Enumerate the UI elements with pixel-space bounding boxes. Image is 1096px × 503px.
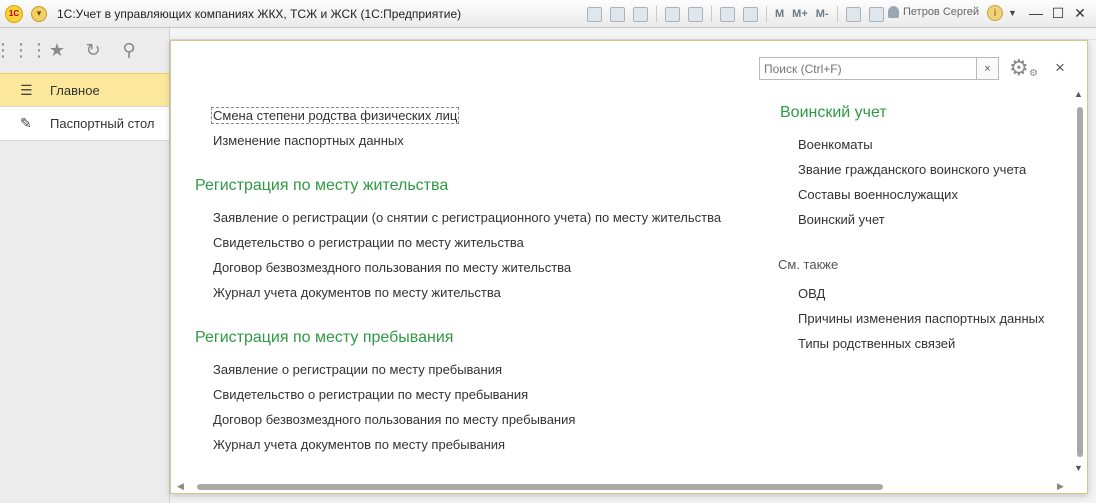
scroll-up-icon[interactable]: ▲ — [1074, 89, 1083, 99]
save-icon[interactable] — [587, 6, 602, 22]
toolbar-separator — [656, 6, 657, 22]
memory-button[interactable]: M — [775, 8, 784, 20]
print-icon[interactable] — [610, 6, 625, 22]
section-heading-military: Воинский учет — [780, 104, 887, 121]
memory-minus-button[interactable]: M- — [816, 8, 829, 20]
close-window-button[interactable]: ✕ — [1070, 3, 1090, 23]
window-title: 1С:Учет в управляющих компаниях ЖКХ, ТСЖ… — [57, 6, 462, 21]
see-also-heading: См. также — [778, 257, 839, 272]
link-military-registration[interactable]: Воинский учет — [798, 212, 885, 227]
horizontal-scrollbar[interactable]: ◀ ▶ — [177, 481, 1077, 491]
vertical-scroll-thumb[interactable] — [1077, 107, 1083, 457]
link-stay-certificate[interactable]: Свидетельство о регистрации по месту пре… — [213, 387, 528, 402]
current-user[interactable]: Петров Сергей — [888, 6, 979, 18]
section-heading-stay: Регистрация по месту пребывания — [195, 329, 454, 346]
preview-icon[interactable] — [633, 6, 648, 22]
table-icon[interactable] — [720, 6, 735, 22]
panel-icon[interactable] — [868, 6, 884, 22]
link-passport-change[interactable]: Изменение паспортных данных — [213, 133, 404, 148]
close-icon[interactable]: × — [1055, 58, 1065, 78]
sidebar-item-label: Паспортный стол — [50, 116, 155, 131]
title-bar: 1С ▾ 1С:Учет в управляющих компаниях ЖКХ… — [0, 0, 1096, 28]
toolbar-separator — [766, 6, 767, 22]
link-military-rank[interactable]: Звание гражданского воинского учета — [798, 162, 1026, 177]
gear-icon[interactable]: ⚙ — [1009, 55, 1029, 81]
search-input[interactable] — [759, 57, 977, 80]
link-kinship-change[interactable]: Смена степени родства физических лиц — [211, 107, 460, 124]
sections-panel: ⋮⋮⋮ ★ ↻ ⚲ ☰ Главное ✎ Паспортный стол — [0, 28, 170, 503]
scroll-down-icon[interactable]: ▼ — [1074, 463, 1083, 473]
scroll-right-icon[interactable]: ▶ — [1057, 481, 1064, 492]
sidebar-item-passport-office[interactable]: ✎ Паспортный стол — [0, 107, 169, 141]
maximize-button[interactable]: ☐ — [1048, 3, 1068, 23]
section-heading-residence: Регистрация по месту жительства — [195, 177, 449, 194]
link-residence-journal[interactable]: Журнал учета документов по месту жительс… — [213, 285, 501, 300]
chevron-down-icon[interactable]: ▼ — [1008, 8, 1017, 18]
link-stay-contract[interactable]: Договор безвозмездного пользования по ме… — [213, 412, 575, 427]
memory-plus-button[interactable]: M+ — [792, 8, 808, 20]
main-menu-button[interactable]: ▾ — [31, 5, 47, 22]
app-logo-icon: 1С — [5, 4, 23, 23]
toolbar-separator — [836, 6, 838, 22]
upload-icon[interactable] — [665, 6, 680, 22]
passport-icon: ✎ — [20, 115, 32, 131]
sidebar-item-label: Главное — [50, 82, 100, 98]
apps-icon[interactable]: ⋮⋮⋮ — [0, 40, 48, 62]
title-toolbar: M M+ M- — [587, 5, 892, 23]
vertical-scrollbar[interactable]: ▲ ▼ — [1074, 89, 1084, 479]
link-military-staff[interactable]: Составы военнослужащих — [798, 187, 958, 202]
user-icon — [888, 6, 899, 18]
star-icon[interactable]: ★ — [46, 40, 68, 62]
zoom-icon[interactable] — [845, 6, 861, 22]
menu-icon: ☰ — [20, 81, 33, 98]
search-icon[interactable]: ⚲ — [118, 40, 140, 62]
scroll-left-icon[interactable]: ◀ — [177, 481, 184, 492]
sidebar-item-main[interactable]: ☰ Главное — [0, 73, 169, 107]
link-police-departments[interactable]: ОВД — [798, 286, 825, 301]
open-windows-strip — [170, 28, 1096, 40]
calendar-icon[interactable] — [743, 6, 758, 22]
history-icon[interactable]: ↻ — [82, 40, 104, 62]
info-icon[interactable]: i — [987, 5, 1003, 21]
clear-search-button[interactable]: × — [976, 57, 999, 80]
section-functions-panel: × ⚙ ⚙ × Смена степени родства физических… — [170, 40, 1088, 494]
link-residence-application[interactable]: Заявление о регистрации (о снятии с реги… — [213, 210, 721, 225]
link-military-offices[interactable]: Военкоматы — [798, 137, 873, 152]
link-stay-application[interactable]: Заявление о регистрации по месту пребыва… — [213, 362, 502, 377]
link-residence-certificate[interactable]: Свидетельство о регистрации по месту жит… — [213, 235, 524, 250]
user-name: Петров Сергей — [903, 6, 980, 18]
link-kinship-types[interactable]: Типы родственных связей — [798, 336, 955, 351]
link-passport-change-reasons[interactable]: Причины изменения паспортных данных — [798, 311, 1045, 326]
link-stay-journal[interactable]: Журнал учета документов по месту пребыва… — [213, 437, 505, 452]
horizontal-scroll-thumb[interactable] — [197, 484, 883, 490]
sections-toolbar: ⋮⋮⋮ ★ ↻ ⚲ — [0, 28, 169, 73]
toolbar-separator — [711, 6, 712, 22]
link-residence-contract[interactable]: Договор безвозмездного пользования по ме… — [213, 260, 571, 275]
download-icon[interactable] — [688, 6, 703, 22]
gear-small-icon: ⚙ — [1029, 68, 1038, 79]
minimize-button[interactable]: — — [1026, 3, 1046, 23]
